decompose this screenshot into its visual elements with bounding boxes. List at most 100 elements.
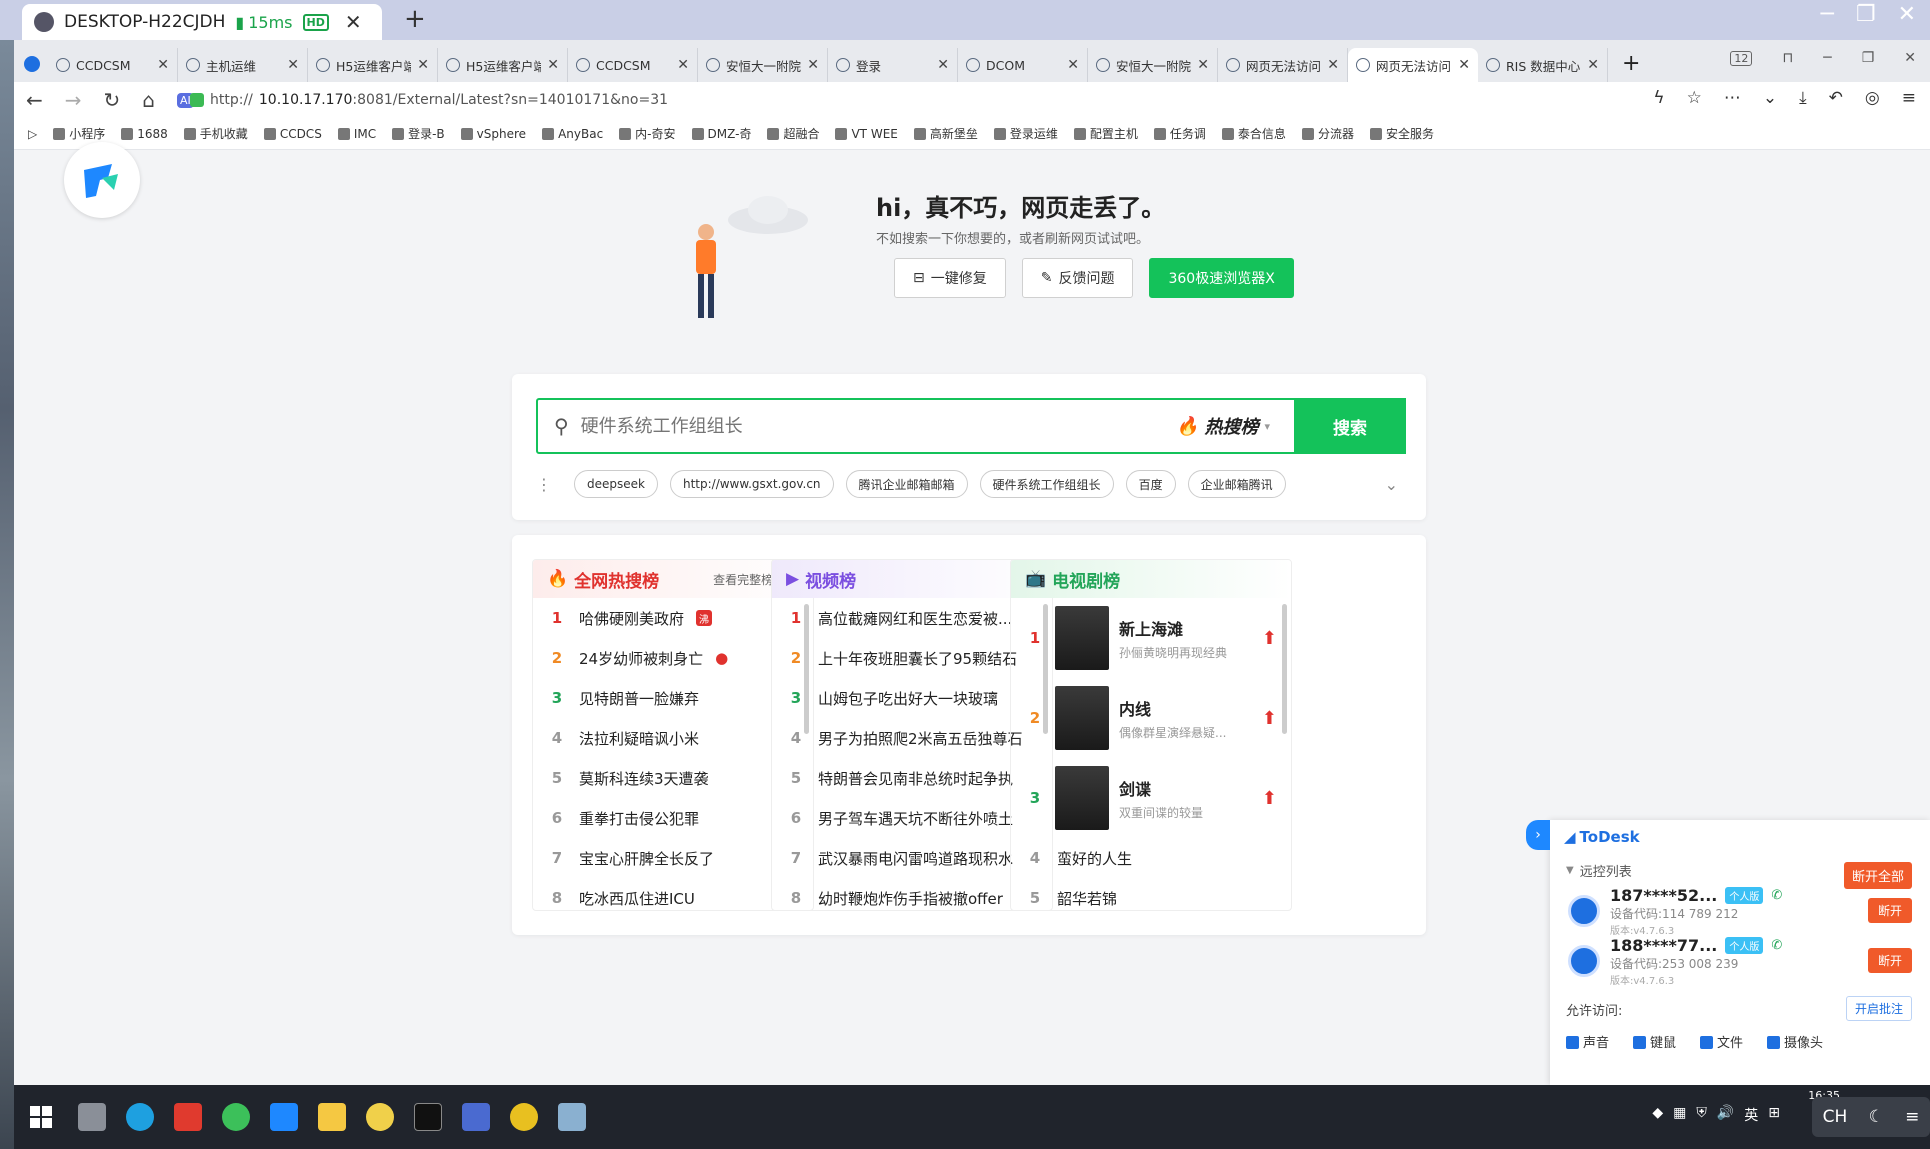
close-window-icon[interactable]: ✕ xyxy=(1898,2,1916,27)
bookmark-item[interactable]: 手机收藏 xyxy=(183,125,248,142)
todesk-icon[interactable] xyxy=(270,1103,298,1131)
disconnect-all-button[interactable]: 断开全部 xyxy=(1843,862,1912,889)
remote-desktop-icon[interactable] xyxy=(462,1103,490,1131)
bookmark-item[interactable]: 登录-B xyxy=(392,125,445,142)
close-tab-icon[interactable]: ✕ xyxy=(807,57,819,73)
terminal-icon[interactable] xyxy=(414,1103,442,1131)
browser-tab[interactable]: CCDCSM ✕ xyxy=(568,48,698,82)
search-input[interactable] xyxy=(580,415,1177,437)
bookmark-item[interactable]: 高新堡垒 xyxy=(913,125,978,142)
edge-icon[interactable] xyxy=(126,1103,154,1131)
repair-button[interactable]: ⊟ 一键修复 xyxy=(894,258,1006,298)
notes-icon[interactable] xyxy=(558,1103,586,1131)
extension-icon[interactable]: ◎ xyxy=(1865,88,1880,108)
keyboard-icon[interactable]: ⊞ xyxy=(1768,1105,1780,1125)
browser-tab[interactable]: 网页无法访问 ✕ xyxy=(1348,48,1478,82)
browser-tab[interactable]: H5运维客户端 ✕ xyxy=(438,48,568,82)
browser-download-button[interactable]: 360极速浏览器X xyxy=(1149,258,1294,298)
tab-count[interactable]: 12 xyxy=(1730,50,1753,66)
bookmark-item[interactable]: CCDCS xyxy=(263,127,322,141)
chevron-down-icon[interactable]: ⌄ xyxy=(1385,475,1398,494)
close-tab-icon[interactable]: ✕ xyxy=(287,57,299,73)
maximize-icon[interactable]: ❐ xyxy=(1856,2,1876,27)
bookmark-item[interactable]: 登录运维 xyxy=(993,125,1058,142)
flash-icon[interactable]: ϟ xyxy=(1653,88,1664,108)
browser-tab[interactable]: DCOM ✕ xyxy=(958,48,1088,82)
windows-start-icon[interactable] xyxy=(30,1106,52,1128)
bookmark-item[interactable]: VT WEE xyxy=(835,127,898,141)
ime-switcher[interactable]: CH ☾ ≡ xyxy=(1812,1097,1930,1137)
history-chip[interactable]: 企业邮箱腾讯 xyxy=(1187,470,1286,498)
wps-icon[interactable] xyxy=(174,1103,202,1131)
browser-tab[interactable]: 登录 ✕ xyxy=(828,48,958,82)
history-chip[interactable]: deepseek xyxy=(574,470,658,498)
sidebar-toggle-icon[interactable]: ▷ xyxy=(28,127,37,141)
bookmark-item[interactable]: AnyBac xyxy=(542,127,603,141)
tv-top-item[interactable]: 3 剑谍 双重间谍的较量 ⬆ xyxy=(1011,758,1291,838)
menu-icon[interactable]: ≡ xyxy=(1902,88,1916,108)
tv-top-item[interactable]: 2 内线 偶像群星演绎悬疑... ⬆ xyxy=(1011,678,1291,758)
bookmark-item[interactable]: 泰合信息 xyxy=(1221,125,1286,142)
undo-icon[interactable]: ↶ xyxy=(1829,88,1843,108)
star-icon[interactable]: ☆ xyxy=(1687,88,1702,108)
app-icon[interactable] xyxy=(78,1103,106,1131)
url-field[interactable]: http://10.10.17.170:8081/External/Latest… xyxy=(190,86,1580,114)
history-chip[interactable]: 百度 xyxy=(1125,470,1176,498)
close-browser-icon[interactable]: ✕ xyxy=(1904,50,1916,66)
back-icon[interactable]: ← xyxy=(26,88,43,112)
disconnect-button[interactable]: 断开 xyxy=(1867,948,1912,973)
bookmark-item[interactable]: DMZ-奇 xyxy=(691,125,751,142)
browser-logo-icon[interactable] xyxy=(24,56,40,72)
scrollbar[interactable] xyxy=(1282,604,1287,734)
phone-icon[interactable]: ✆ xyxy=(1771,888,1782,903)
moon-icon[interactable] xyxy=(510,1103,538,1131)
close-tab-icon[interactable]: ✕ xyxy=(417,57,429,73)
browser-tab[interactable]: RIS 数据中心 ✕ xyxy=(1478,48,1608,82)
bookmark-item[interactable]: 安全服务 xyxy=(1369,125,1434,142)
shield-icon[interactable]: ⛨ xyxy=(1696,1105,1707,1125)
close-tab-icon[interactable]: ✕ xyxy=(547,57,559,73)
close-tab-icon[interactable]: ✕ xyxy=(677,57,689,73)
restore-browser-icon[interactable]: ❐ xyxy=(1862,50,1875,66)
close-tab-icon[interactable]: ✕ xyxy=(157,57,169,73)
history-chip[interactable]: http://www.gsxt.gov.cn xyxy=(669,470,834,498)
forward-icon[interactable]: → xyxy=(65,88,82,112)
remote-session-tab[interactable]: DESKTOP-H22CJDH ▮ 15ms HD ✕ xyxy=(22,4,382,40)
close-session-icon[interactable]: ✕ xyxy=(345,10,362,34)
close-tab-icon[interactable]: ✕ xyxy=(1587,57,1599,73)
tv-top-item[interactable]: 1 新上海滩 孙俪黄晓明再现经典 ⬆ xyxy=(1011,598,1291,678)
new-session-button[interactable]: + xyxy=(404,4,426,34)
browser-tab[interactable]: 主机运维 ✕ xyxy=(178,48,308,82)
triangle-down-icon[interactable]: ▼ xyxy=(1566,865,1574,876)
minimize-browser-icon[interactable]: ─ xyxy=(1823,50,1831,66)
permission-checkbox[interactable]: 键鼠 xyxy=(1633,1032,1676,1051)
home-icon[interactable]: ⌂ xyxy=(142,88,155,112)
enable-annotation-button[interactable]: 开启批注 xyxy=(1845,996,1912,1021)
disconnect-button[interactable]: 断开 xyxy=(1867,898,1912,923)
volume-icon[interactable]: 🔊 xyxy=(1717,1105,1734,1125)
bookmark-item[interactable]: vSphere xyxy=(460,127,526,141)
list-item[interactable]: 5 韶华若锦 xyxy=(1011,878,1291,910)
bookmark-item[interactable]: 1688 xyxy=(121,127,168,141)
search-button[interactable]: 搜索 xyxy=(1294,398,1406,454)
more-vertical-icon[interactable]: ⋮ xyxy=(536,475,552,494)
phone-icon[interactable]: ✆ xyxy=(1771,938,1782,953)
hot-search-dropdown[interactable]: 🔥 热搜榜 ▾ xyxy=(1176,413,1270,439)
permission-checkbox[interactable]: 摄像头 xyxy=(1767,1032,1823,1051)
360-browser-icon[interactable] xyxy=(222,1103,250,1131)
browser-tab[interactable]: 网页无法访问 ✕ xyxy=(1218,48,1348,82)
list-item[interactable]: 4 蛮好的人生 xyxy=(1011,838,1291,878)
minimize-icon[interactable]: ─ xyxy=(1821,2,1834,27)
browser-tab[interactable]: 安恒大一附院 ✕ xyxy=(1088,48,1218,82)
collapse-panel-icon[interactable]: › xyxy=(1526,820,1550,850)
bookmark-item[interactable]: IMC xyxy=(337,127,376,141)
bookmark-item[interactable]: 分流器 xyxy=(1301,125,1354,142)
history-chip[interactable]: 硬件系统工作组组长 xyxy=(979,470,1114,498)
feedback-button[interactable]: ✎ 反馈问题 xyxy=(1021,258,1134,298)
close-tab-icon[interactable]: ✕ xyxy=(1327,57,1339,73)
close-tab-icon[interactable]: ✕ xyxy=(1197,57,1209,73)
chevron-down-icon[interactable]: ⌄ xyxy=(1763,88,1777,108)
duck-icon[interactable] xyxy=(366,1103,394,1131)
bookmark-item[interactable]: 配置主机 xyxy=(1073,125,1138,142)
close-tab-icon[interactable]: ✕ xyxy=(937,57,949,73)
